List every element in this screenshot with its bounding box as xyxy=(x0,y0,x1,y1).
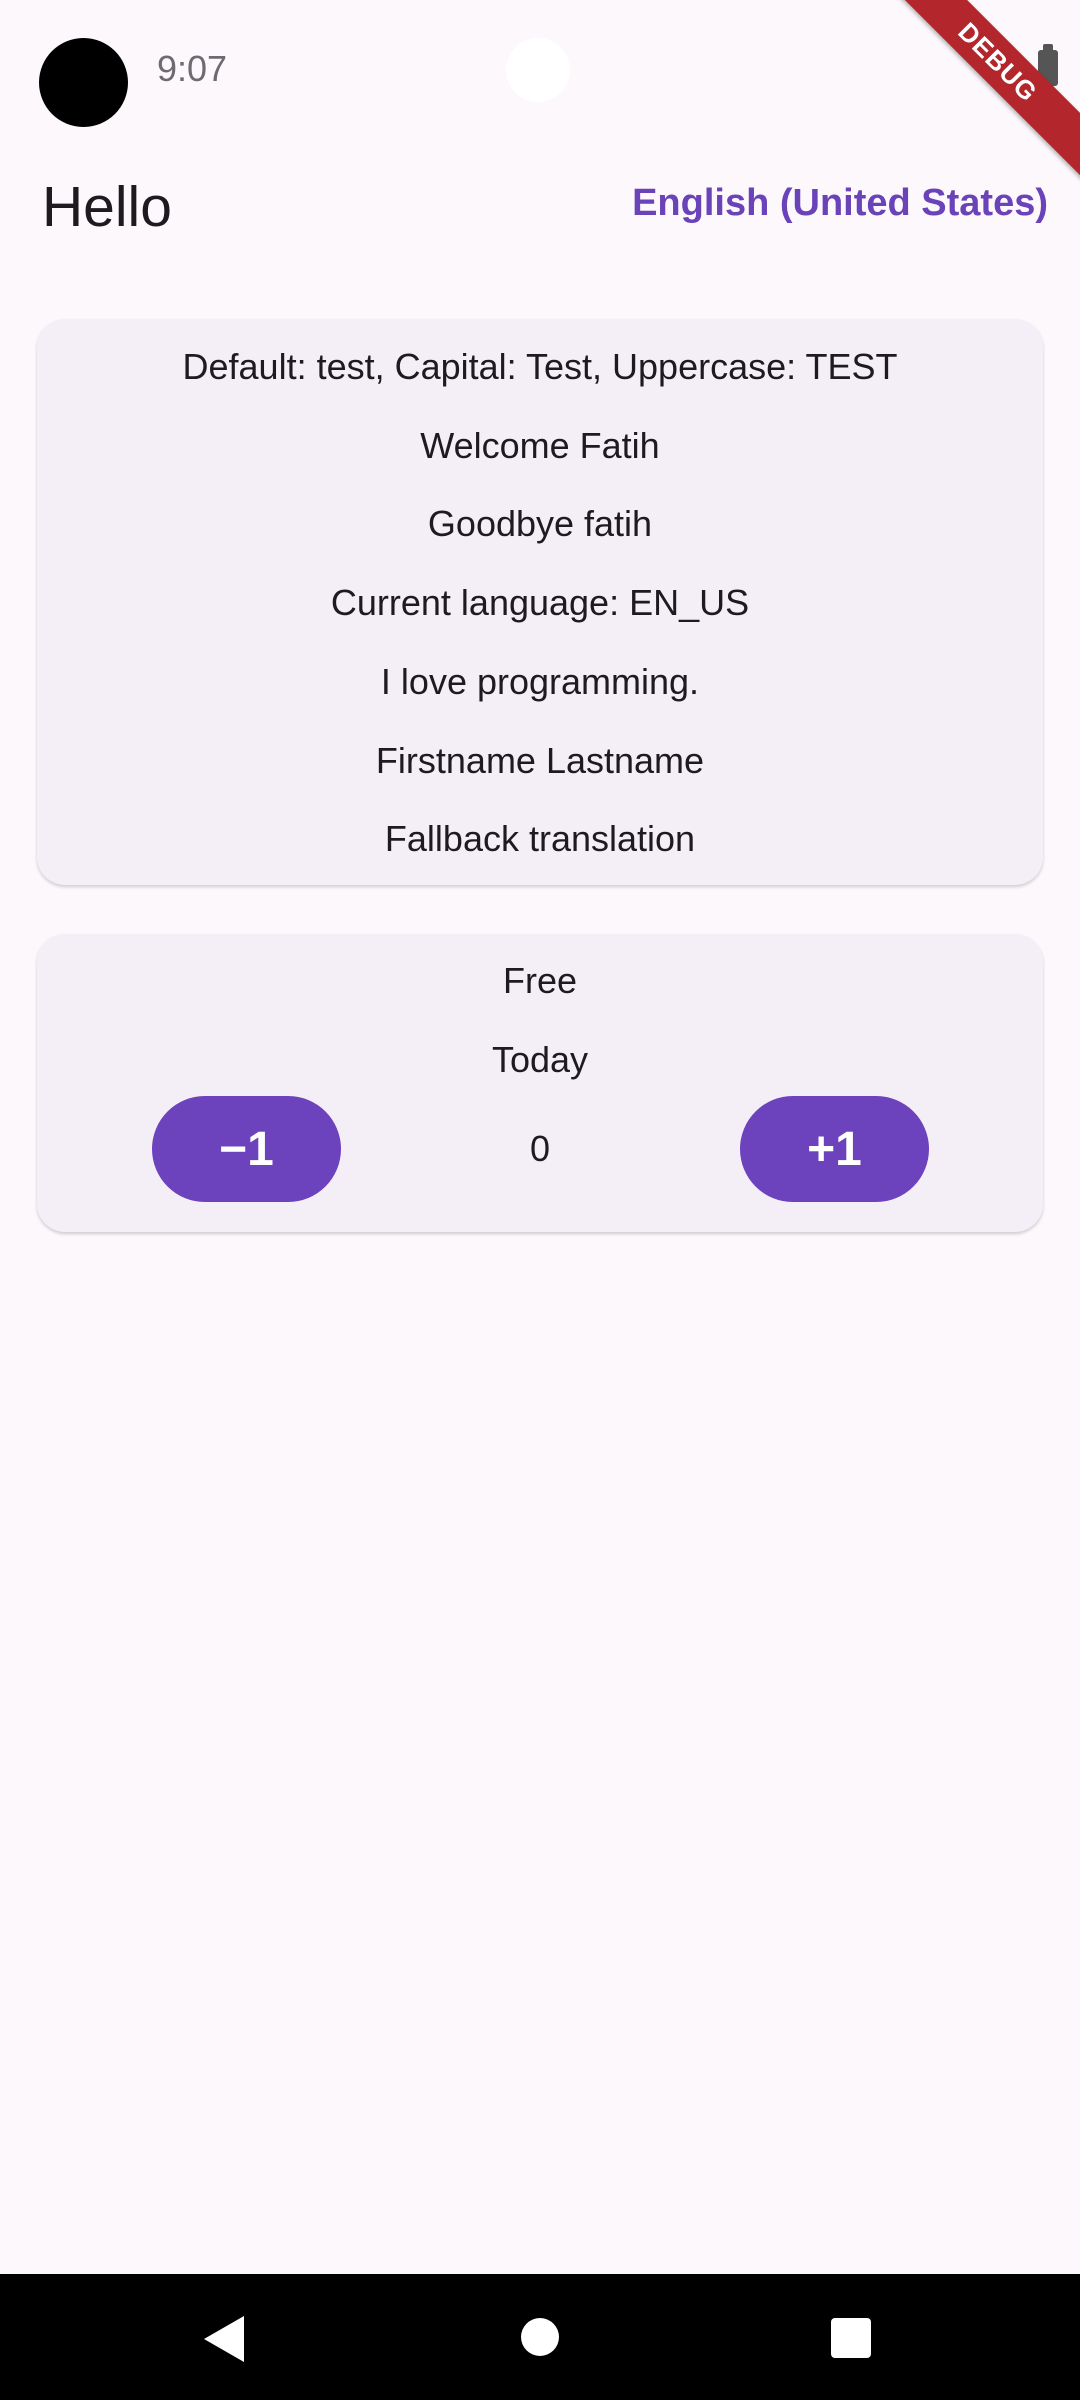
counter-row: −1 0 +1 xyxy=(37,1096,1043,1202)
translation-line-current-language: Current language: EN_US xyxy=(330,582,750,623)
camera-cutout xyxy=(39,38,128,127)
increment-button[interactable]: +1 xyxy=(740,1096,929,1202)
translation-line-fallback: Fallback translation xyxy=(384,818,696,859)
app-header: Hello English (United States) xyxy=(0,160,1080,260)
price-label: Free xyxy=(502,960,578,1001)
back-icon[interactable] xyxy=(204,2316,244,2362)
page-title: Hello xyxy=(42,175,172,239)
date-label: Today xyxy=(491,1039,589,1080)
translation-line-love-programming: I love programming. xyxy=(380,661,700,702)
app-screen: 9:07 DEBUG Hello English (United States)… xyxy=(0,0,1080,2400)
translations-card: Default: test, Capital: Test, Uppercase:… xyxy=(37,319,1043,885)
status-bar: 9:07 xyxy=(0,0,1080,140)
translation-line-case-demo: Default: test, Capital: Test, Uppercase:… xyxy=(182,346,898,387)
translation-line-full-name: Firstname Lastname xyxy=(375,740,705,781)
language-selector-button[interactable]: English (United States) xyxy=(632,182,1048,225)
counter-card: Free Today −1 0 +1 xyxy=(37,934,1043,1232)
translation-line-goodbye: Goodbye fatih xyxy=(427,503,653,544)
system-navigation-bar xyxy=(0,2274,1080,2400)
counter-value: 0 xyxy=(529,1128,551,1169)
status-time: 9:07 xyxy=(157,48,228,89)
status-center-indicator xyxy=(506,38,570,102)
home-icon[interactable] xyxy=(521,2318,559,2356)
recents-icon[interactable] xyxy=(831,2318,871,2358)
translation-line-welcome: Welcome Fatih xyxy=(420,425,660,466)
decrement-button[interactable]: −1 xyxy=(152,1096,341,1202)
